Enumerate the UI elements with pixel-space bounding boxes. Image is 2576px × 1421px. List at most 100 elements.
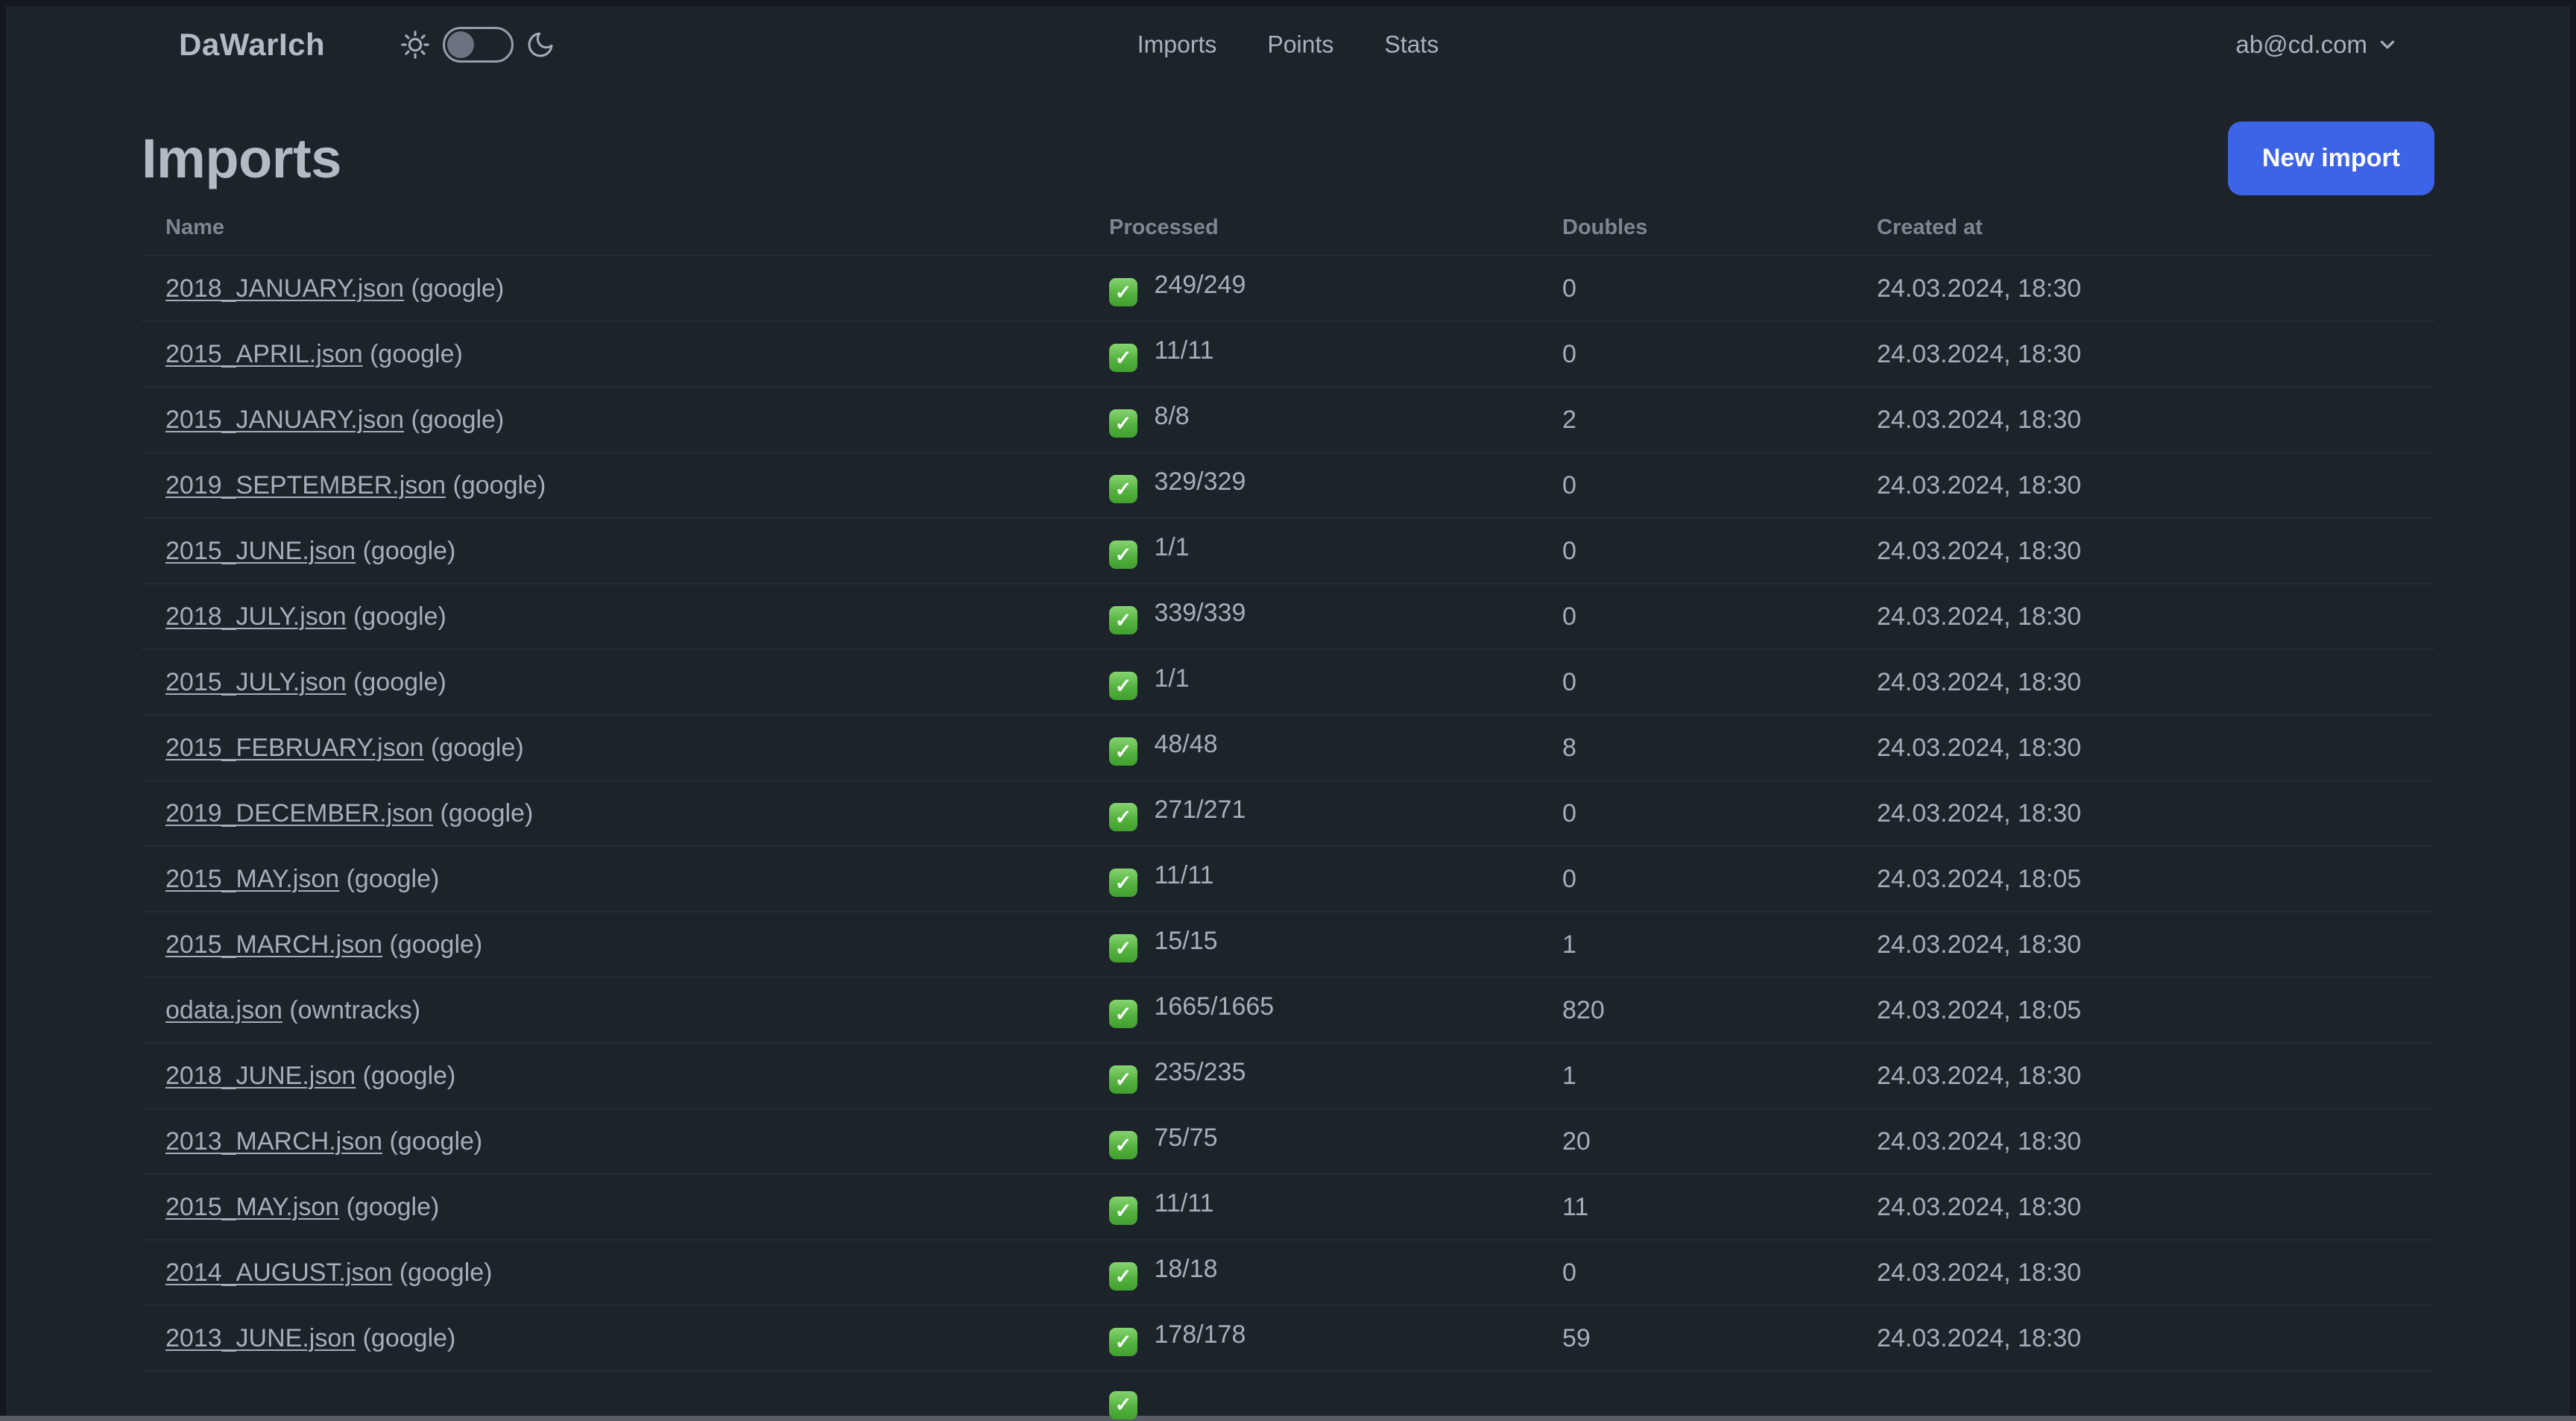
table-row: 2019_DECEMBER.json (google) ✓ 271/271 0 … (142, 780, 2434, 846)
table-row: 2015_JANUARY.json (google) ✓ 8/8 2 24.03… (142, 386, 2434, 453)
success-check-icon: ✓ (1109, 934, 1137, 963)
user-menu[interactable]: ab@cd.com (2235, 31, 2399, 59)
created-at: 24.03.2024, 18:30 (1877, 517, 2434, 584)
import-source-label: (google) (389, 1127, 483, 1156)
theme-toggle-switch[interactable] (443, 27, 514, 63)
table-row: 2015_JULY.json (google) ✓ 1/1 0 24.03.20… (142, 649, 2434, 715)
success-check-icon: ✓ (1109, 1390, 1137, 1420)
import-file-link[interactable]: 2015_APRIL.json (165, 340, 363, 368)
success-check-icon: ✓ (1109, 606, 1137, 635)
processed-count: 1665/1665 (1154, 992, 1275, 1021)
main-content: Imports New import Name Processed Doubles C… (142, 116, 2434, 1420)
import-file-link[interactable]: 2018_JUNE.json (165, 1062, 356, 1090)
table-row: 2015_MAY.json (google) ✓ 11/11 11 24.03.… (142, 1173, 2434, 1240)
import-file-link[interactable]: 2018_JULY.json (165, 602, 347, 631)
table-row: 2015_MARCH.json (google) ✓ 15/15 1 24.03… (142, 911, 2434, 977)
chevron-down-icon (2380, 40, 2395, 49)
created-at (1877, 1370, 2434, 1420)
table-header: Name Processed Doubles Created at (142, 200, 2434, 256)
import-file-link[interactable]: 2019_SEPTEMBER.json (165, 471, 446, 500)
created-at: 24.03.2024, 18:30 (1877, 386, 2434, 453)
doubles-count: 0 (1562, 845, 1877, 912)
import-file-link[interactable]: 2015_JANUARY.json (165, 406, 404, 434)
created-at: 24.03.2024, 18:30 (1877, 1108, 2434, 1174)
import-source-label: (google) (370, 339, 463, 368)
doubles-count: 0 (1562, 255, 1877, 321)
doubles-count: 0 (1562, 1239, 1877, 1305)
processed-count: 235/235 (1154, 1057, 1246, 1086)
doubles-count: 820 (1562, 977, 1877, 1043)
created-at: 24.03.2024, 18:30 (1877, 583, 2434, 649)
import-file-link[interactable]: 2019_DECEMBER.json (165, 799, 433, 828)
import-source-label: (google) (353, 667, 446, 696)
import-source-label: (google) (399, 1258, 493, 1287)
created-at: 24.03.2024, 18:30 (1877, 1173, 2434, 1240)
processed-count: 11/11 (1154, 860, 1214, 889)
import-source-label: (google) (362, 1323, 456, 1352)
processed-count: 1/1 (1154, 664, 1190, 693)
import-source-label: (google) (346, 1192, 440, 1221)
success-check-icon: ✓ (1109, 541, 1137, 570)
created-at: 24.03.2024, 18:30 (1877, 452, 2434, 518)
bottom-scrollbar[interactable] (0, 1416, 2576, 1421)
import-file-link[interactable]: 2014_AUGUST.json (165, 1258, 392, 1287)
nav-links: Imports Points Stats (1137, 31, 1439, 59)
import-source-label: (google) (411, 405, 505, 434)
app-logo[interactable]: DaWarIch (179, 27, 325, 63)
processed-count: 249/249 (1154, 270, 1246, 299)
success-check-icon: ✓ (1109, 803, 1137, 832)
table-row: 2013_MARCH.json (google) ✓ 75/75 20 24.0… (142, 1108, 2434, 1174)
column-header-created-at: Created at (1877, 215, 1983, 239)
page-head: Imports New import (142, 116, 2434, 200)
processed-count: 339/339 (1154, 598, 1246, 627)
column-header-processed: Processed (1109, 215, 1219, 239)
import-file-link[interactable]: 2013_JUNE.json (165, 1324, 356, 1352)
import-file-link[interactable]: 2015_MARCH.json (165, 930, 382, 959)
doubles-count: 0 (1562, 517, 1877, 584)
import-file-link[interactable]: odata.json (165, 996, 282, 1024)
import-file-link[interactable]: 2018_JANUARY.json (165, 274, 404, 303)
doubles-count: 59 (1562, 1305, 1877, 1371)
import-file-link[interactable]: 2015_FEBRUARY.json (165, 734, 424, 762)
doubles-count: 2 (1562, 386, 1877, 453)
created-at: 24.03.2024, 18:30 (1877, 255, 2434, 321)
nav-link-imports[interactable]: Imports (1137, 31, 1217, 59)
processed-count: 271/271 (1154, 795, 1246, 824)
success-check-icon: ✓ (1109, 1065, 1137, 1094)
toggle-knob[interactable] (447, 31, 474, 58)
success-check-icon: ✓ (1109, 1262, 1137, 1291)
column-header-name: Name (165, 215, 224, 239)
import-file-link[interactable]: 2013_MARCH.json (165, 1127, 382, 1156)
nav-link-stats[interactable]: Stats (1384, 31, 1439, 59)
doubles-count: 1 (1562, 911, 1877, 977)
navbar: DaWarIch Imports Points Stats ab@cd.com (6, 6, 2570, 84)
created-at: 24.03.2024, 18:30 (1877, 714, 2434, 781)
created-at: 24.03.2024, 18:30 (1877, 911, 2434, 977)
user-email: ab@cd.com (2235, 31, 2367, 58)
table-row: 2019_SEPTEMBER.json (google) ✓ 329/329 0… (142, 452, 2434, 518)
processed-count: 18/18 (1154, 1254, 1218, 1283)
success-check-icon: ✓ (1109, 737, 1137, 766)
import-file-link[interactable]: 2015_MAY.json (165, 1193, 339, 1221)
table-row: ✓ (142, 1370, 2434, 1420)
created-at: 24.03.2024, 18:30 (1877, 1305, 2434, 1371)
app-window: DaWarIch Imports Points Stats ab@cd.com (6, 6, 2570, 1421)
import-file-link[interactable]: 2015_JULY.json (165, 668, 347, 696)
table-row: 2014_AUGUST.json (google) ✓ 18/18 0 24.0… (142, 1239, 2434, 1305)
import-file-link[interactable]: 2015_JUNE.json (165, 537, 356, 565)
import-file-link[interactable]: 2015_MAY.json (165, 865, 339, 893)
import-source-label: (owntracks) (289, 995, 421, 1024)
import-source-label: (google) (389, 930, 483, 959)
new-import-button[interactable]: New import (2227, 121, 2434, 195)
import-source-label: (google) (411, 274, 505, 303)
created-at: 24.03.2024, 18:05 (1877, 845, 2434, 912)
created-at: 24.03.2024, 18:30 (1877, 649, 2434, 715)
success-check-icon: ✓ (1109, 1197, 1137, 1226)
success-check-icon: ✓ (1109, 672, 1137, 701)
nav-link-points[interactable]: Points (1267, 31, 1333, 59)
column-header-doubles: Doubles (1562, 215, 1648, 239)
processed-count: 11/11 (1154, 335, 1214, 365)
table-row: odata.json (owntracks) ✓ 1665/1665 820 2… (142, 977, 2434, 1043)
success-check-icon: ✓ (1109, 1328, 1137, 1357)
doubles-count: 20 (1562, 1108, 1877, 1174)
